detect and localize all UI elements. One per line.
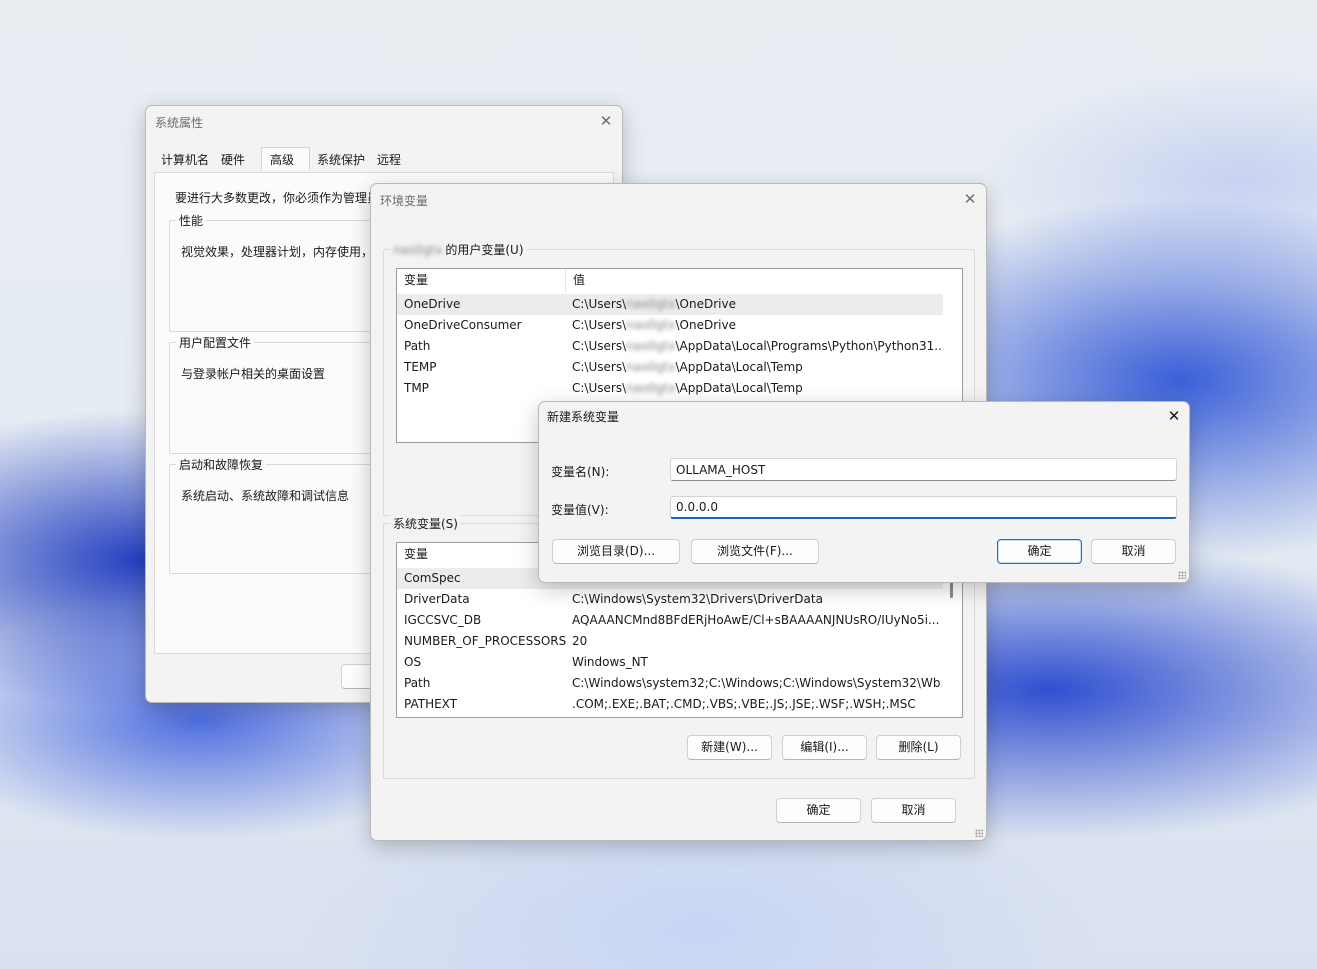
system-properties-title: 系统属性	[155, 116, 204, 130]
var-value: C:\Users\nao0gtx\OneDrive	[572, 297, 736, 311]
var-name: OneDriveConsumer	[404, 318, 522, 332]
tab-hardware[interactable]: 硬件	[221, 151, 245, 168]
new-system-variable-title: 新建系统变量	[547, 410, 620, 424]
cancel-button[interactable]: 取消	[1091, 539, 1176, 564]
var-name: OneDrive	[404, 297, 461, 311]
var-value: Windows_NT	[572, 655, 648, 669]
table-row[interactable]: PATHEXT .COM;.EXE;.BAT;.CMD;.VBS;.VBE;.J…	[397, 694, 943, 715]
table-row[interactable]: TEMP C:\Users\nao0gtx\AppData\Local\Temp	[397, 357, 943, 378]
cancel-button[interactable]: 取消	[871, 798, 956, 823]
admin-notice: 要进行大多数更改，你必须作为管理员	[175, 191, 380, 205]
close-icon[interactable]: ✕	[1167, 409, 1181, 424]
ok-button[interactable]: 确定	[776, 798, 861, 823]
variable-value-field[interactable]	[670, 496, 1177, 519]
close-icon[interactable]: ✕	[599, 114, 613, 129]
tab-remote[interactable]: 远程	[377, 151, 401, 168]
var-name: DriverData	[404, 592, 470, 606]
user-variables-label: 的用户变量(U)	[445, 243, 524, 257]
var-name: ComSpec	[404, 571, 461, 585]
edit-button[interactable]: 编辑(I)...	[782, 735, 867, 760]
var-name: PATHEXT	[404, 697, 458, 711]
variable-value-label: 变量值(V):	[551, 503, 609, 517]
table-row[interactable]: OneDrive C:\Users\nao0gtx\OneDrive	[397, 294, 943, 315]
tab-computer-name[interactable]: 计算机名	[161, 151, 209, 168]
resize-grip-icon[interactable]	[975, 829, 983, 837]
var-name: Path	[404, 339, 431, 353]
list-header: 变量 值	[397, 269, 962, 292]
var-name: OS	[404, 655, 422, 669]
resize-grip-icon[interactable]	[1178, 571, 1186, 579]
environment-variables-title: 环境变量	[380, 194, 429, 208]
var-value: C:\Users\nao0gtx\AppData\Local\Temp	[572, 381, 803, 395]
table-row[interactable]: TMP C:\Users\nao0gtx\AppData\Local\Temp	[397, 378, 943, 399]
browse-directory-button[interactable]: 浏览目录(D)...	[552, 539, 680, 564]
var-name: TEMP	[404, 360, 437, 374]
user-profiles-title: 用户配置文件	[176, 334, 255, 351]
var-value: C:\Users\nao0gtx\AppData\Local\Programs\…	[572, 339, 942, 353]
performance-title: 性能	[176, 212, 207, 229]
username-redacted: nao0gtx	[393, 242, 443, 257]
new-button[interactable]: 新建(W)...	[687, 735, 772, 760]
variable-name-field[interactable]	[670, 458, 1177, 481]
performance-desc: 视觉效果，处理器计划，内存使用，	[181, 245, 374, 259]
var-name: Path	[404, 676, 431, 690]
var-value: C:\Windows\System32\Drivers\DriverData	[572, 592, 823, 606]
var-name: TMP	[404, 381, 429, 395]
table-row[interactable]: DriverData C:\Windows\System32\Drivers\D…	[397, 589, 943, 610]
ok-button[interactable]: 确定	[997, 539, 1082, 564]
var-name: IGCCSVC_DB	[404, 613, 482, 627]
table-row[interactable]: OneDriveConsumer C:\Users\nao0gtx\OneDri…	[397, 315, 943, 336]
table-row[interactable]: OS Windows_NT	[397, 652, 943, 673]
table-row[interactable]: NUMBER_OF_PROCESSORS 20	[397, 631, 943, 652]
tab-advanced[interactable]: 高级	[261, 147, 311, 170]
table-row[interactable]: Path C:\Users\nao0gtx\AppData\Local\Prog…	[397, 336, 943, 357]
system-variables-title: 系统变量(S)	[390, 515, 461, 532]
user-variables-title: nao0gtx 的用户变量(U)	[390, 241, 527, 258]
startup-recovery-desc: 系统启动、系统故障和调试信息	[181, 489, 350, 503]
startup-recovery-title: 启动和故障恢复	[176, 456, 267, 473]
column-header-name[interactable]: 变量	[397, 269, 566, 292]
column-header-value[interactable]: 值	[566, 269, 962, 292]
user-profiles-desc: 与登录帐户相关的桌面设置	[181, 367, 326, 381]
new-system-variable-dialog: 新建系统变量 ✕ 变量名(N): 变量值(V): 浏览目录(D)... 浏览文件…	[538, 401, 1190, 583]
var-value: C:\Users\nao0gtx\AppData\Local\Temp	[572, 360, 803, 374]
var-value: C:\Users\nao0gtx\OneDrive	[572, 318, 736, 332]
var-value: .COM;.EXE;.BAT;.CMD;.VBS;.VBE;.JS;.JSE;.…	[572, 697, 916, 711]
close-icon[interactable]: ✕	[963, 192, 977, 207]
tab-system-protection[interactable]: 系统保护	[317, 151, 365, 168]
table-row[interactable]: Path C:\Windows\system32;C:\Windows;C:\W…	[397, 673, 943, 694]
table-row[interactable]: IGCCSVC_DB AQAAANCMnd8BFdERjHoAwE/Cl+sBA…	[397, 610, 943, 631]
var-name: NUMBER_OF_PROCESSORS	[404, 634, 567, 648]
var-value: C:\Windows\system32;C:\Windows;C:\Window…	[572, 676, 942, 690]
delete-button[interactable]: 删除(L)	[876, 735, 961, 760]
variable-name-label: 变量名(N):	[551, 465, 610, 479]
tab-bar: 计算机名 硬件 高级 系统保护 远程	[156, 147, 616, 170]
var-value: AQAAANCMnd8BFdERjHoAwE/Cl+sBAAAANJNUsRO/…	[572, 613, 940, 627]
browse-file-button[interactable]: 浏览文件(F)...	[691, 539, 819, 564]
var-value: 20	[572, 634, 588, 648]
